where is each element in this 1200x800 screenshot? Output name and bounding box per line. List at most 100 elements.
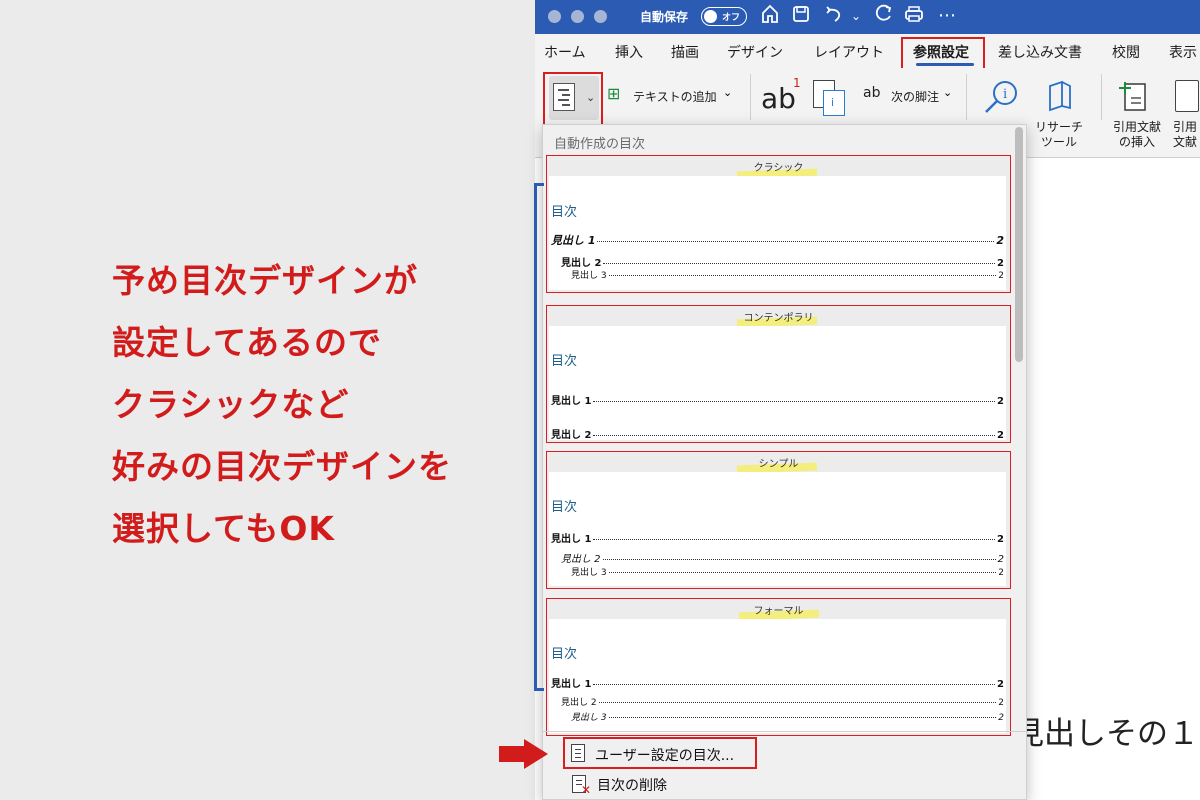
toc-preview-title: 目次 <box>551 500 578 515</box>
close-window-button[interactable] <box>548 10 561 23</box>
ribbon-separator <box>750 74 751 120</box>
toc-preview-entry: 見出し 32 <box>571 568 1004 578</box>
tab-draw[interactable]: 描画 <box>671 42 699 62</box>
dropdown-divider <box>543 731 1028 732</box>
tab-view[interactable]: 表示 <box>1169 42 1197 62</box>
toc-preview-entry: 見出し 12 <box>551 396 1004 407</box>
insert-citation-button[interactable]: 引用文献 の挿入 <box>1109 78 1163 156</box>
chevron-down-icon: ⌄ <box>943 86 953 99</box>
toc-preview: 目次 見出し 12 見出し 22 見出し 32 <box>549 176 1006 290</box>
toc-preview-entry: 見出し 22 <box>561 698 1004 708</box>
tab-insert[interactable]: 挿入 <box>615 42 643 62</box>
footnote-superscript: 1 <box>793 76 801 90</box>
toggle-knob <box>704 10 717 23</box>
toc-style-name: コンテンポラリ <box>743 313 814 324</box>
smart-lookup-icon: i <box>985 81 1017 113</box>
tab-mailings[interactable]: 差し込み文書 <box>998 42 1082 62</box>
toc-preview-title: 目次 <box>551 205 578 220</box>
custom-toc-menu-item[interactable]: ユーザー設定の目次... <box>563 737 757 769</box>
ribbon-tabs: ホーム 挿入 描画 デザイン レイアウト 参照設定 差し込み文書 校閲 表示 <box>535 34 1200 68</box>
ribbon-separator <box>1101 74 1102 120</box>
next-footnote-button[interactable]: ab 次の脚注 ⌄ <box>863 84 955 108</box>
tab-layout[interactable]: レイアウト <box>814 42 884 62</box>
document-toc-icon <box>571 744 585 762</box>
toc-preview-entry: 見出し 22 <box>561 554 1004 565</box>
toc-style-formal[interactable]: フォーマル 目次 見出し 12 見出し 22 見出し 32 <box>546 598 1011 736</box>
chevron-down-icon: ⌄ <box>723 86 733 99</box>
delete-toc-label: 目次の削除 <box>597 778 667 794</box>
toc-preview-entry: 見出し 32 <box>571 271 1004 281</box>
annotation-line-1: 予め目次デザインが <box>112 261 418 300</box>
add-text-label: テキストの追加 <box>633 90 717 104</box>
bibliography-icon <box>1175 80 1199 112</box>
research-tool-label: リサーチ ツール <box>1035 120 1084 149</box>
toc-preview-title: 目次 <box>551 647 578 662</box>
pointer-arrow-icon <box>524 739 548 769</box>
document-page[interactable] <box>1007 158 1200 800</box>
toc-style-name: クラシック <box>753 163 804 174</box>
toc-style-classic[interactable]: クラシック 目次 見出し 12 見出し 22 見出し 32 <box>546 155 1011 293</box>
footnote-label: ab <box>761 82 796 115</box>
toc-style-contemporary[interactable]: コンテンポラリ 目次 見出し 12 見出し 22 <box>546 305 1011 443</box>
ribbon-separator <box>966 74 967 120</box>
toc-preview-entry: 見出し 12 <box>551 534 1004 545</box>
annotation-line-2: 設定してあるので <box>112 323 383 362</box>
title-bar: 自動保存 オフ ⌄ ⋯ <box>535 0 1200 34</box>
scrollbar[interactable] <box>1015 127 1023 362</box>
tab-home[interactable]: ホーム <box>544 42 586 62</box>
next-footnote-label: 次の脚注 <box>891 90 940 104</box>
tab-review[interactable]: 校閲 <box>1112 42 1140 62</box>
toc-preview: 目次 見出し 12 見出し 22 見出し 32 <box>549 619 1006 733</box>
custom-toc-label: ユーザー設定の目次... <box>595 748 735 764</box>
research-icon <box>1049 80 1071 112</box>
toc-dropdown: 自動作成の目次 クラシック 目次 見出し 12 見出し 22 見出し 32 コン… <box>542 124 1028 800</box>
undo-dropdown-icon[interactable]: ⌄ <box>851 4 861 28</box>
smart-lookup-button[interactable]: i <box>981 78 1025 122</box>
save-icon[interactable] <box>792 4 810 29</box>
add-text-icon: ⊞ <box>607 84 621 103</box>
more-icon[interactable]: ⋯ <box>938 4 956 28</box>
annotation-line-4: 好みの目次デザインを <box>112 447 452 486</box>
bibliography-label: 引用 文献 <box>1173 120 1198 149</box>
annotation-line-3: クラシックなど <box>112 385 350 424</box>
tab-design[interactable]: デザイン <box>727 42 783 62</box>
dropdown-header: 自動作成の目次 <box>554 137 646 152</box>
annotation-line-5: 選択してもOK <box>112 509 335 548</box>
next-footnote-icon: ab <box>863 85 881 101</box>
toc-style-name: シンプル <box>758 459 799 470</box>
insert-citation-label: 引用文献 の挿入 <box>1113 120 1162 149</box>
autosave-label: 自動保存 <box>640 10 689 24</box>
insert-footnote-button[interactable]: ab 1 <box>761 76 801 116</box>
print-icon[interactable] <box>903 4 925 29</box>
home-icon[interactable] <box>761 4 779 29</box>
document-heading: 見出しその１ <box>1013 716 1199 752</box>
toc-style-name: フォーマル <box>753 606 804 617</box>
undo-icon[interactable] <box>825 4 845 29</box>
redo-icon[interactable] <box>873 4 893 29</box>
toc-preview-entry: 見出し 32 <box>571 713 1004 723</box>
red-x-icon: ✕ <box>581 783 592 797</box>
autosave-toggle[interactable]: オフ <box>701 7 747 26</box>
svg-text:i: i <box>1003 87 1007 102</box>
research-tool-button[interactable]: リサーチ ツール <box>1031 78 1091 156</box>
toc-preview-entry: 見出し 22 <box>551 430 1004 441</box>
pointer-arrow-shaft <box>499 746 525 762</box>
toc-preview-entry: 見出し 12 <box>551 679 1004 690</box>
references-tab-highlight <box>901 37 985 72</box>
delete-toc-menu-item[interactable]: ✕ 目次の削除 <box>563 771 763 799</box>
toc-preview-entry: 見出し 22 <box>561 258 1004 269</box>
bibliography-button[interactable]: 引用 文献 <box>1171 78 1200 156</box>
toc-preview: 目次 見出し 12 見出し 22 <box>549 326 1006 441</box>
toc-preview-entry: 見出し 12 <box>551 234 1004 247</box>
zoom-window-button[interactable] <box>594 10 607 23</box>
minimize-window-button[interactable] <box>571 10 584 23</box>
annotation-text: 予め目次デザインが 設定してあるので クラシックなど 好みの目次デザインを 選択… <box>112 250 512 560</box>
toc-preview: 目次 見出し 12 見出し 22 見出し 32 <box>549 472 1006 586</box>
toc-button-highlight <box>543 72 603 126</box>
insert-citation-icon <box>1119 82 1146 111</box>
add-text-button[interactable]: ⊞ テキストの追加 ⌄ <box>607 84 735 108</box>
style-group-bracket <box>534 183 544 691</box>
toc-preview-title: 目次 <box>551 354 578 369</box>
insert-endnote-button[interactable]: i <box>811 80 847 116</box>
toc-style-simple[interactable]: シンプル 目次 見出し 12 見出し 22 見出し 32 <box>546 451 1011 589</box>
